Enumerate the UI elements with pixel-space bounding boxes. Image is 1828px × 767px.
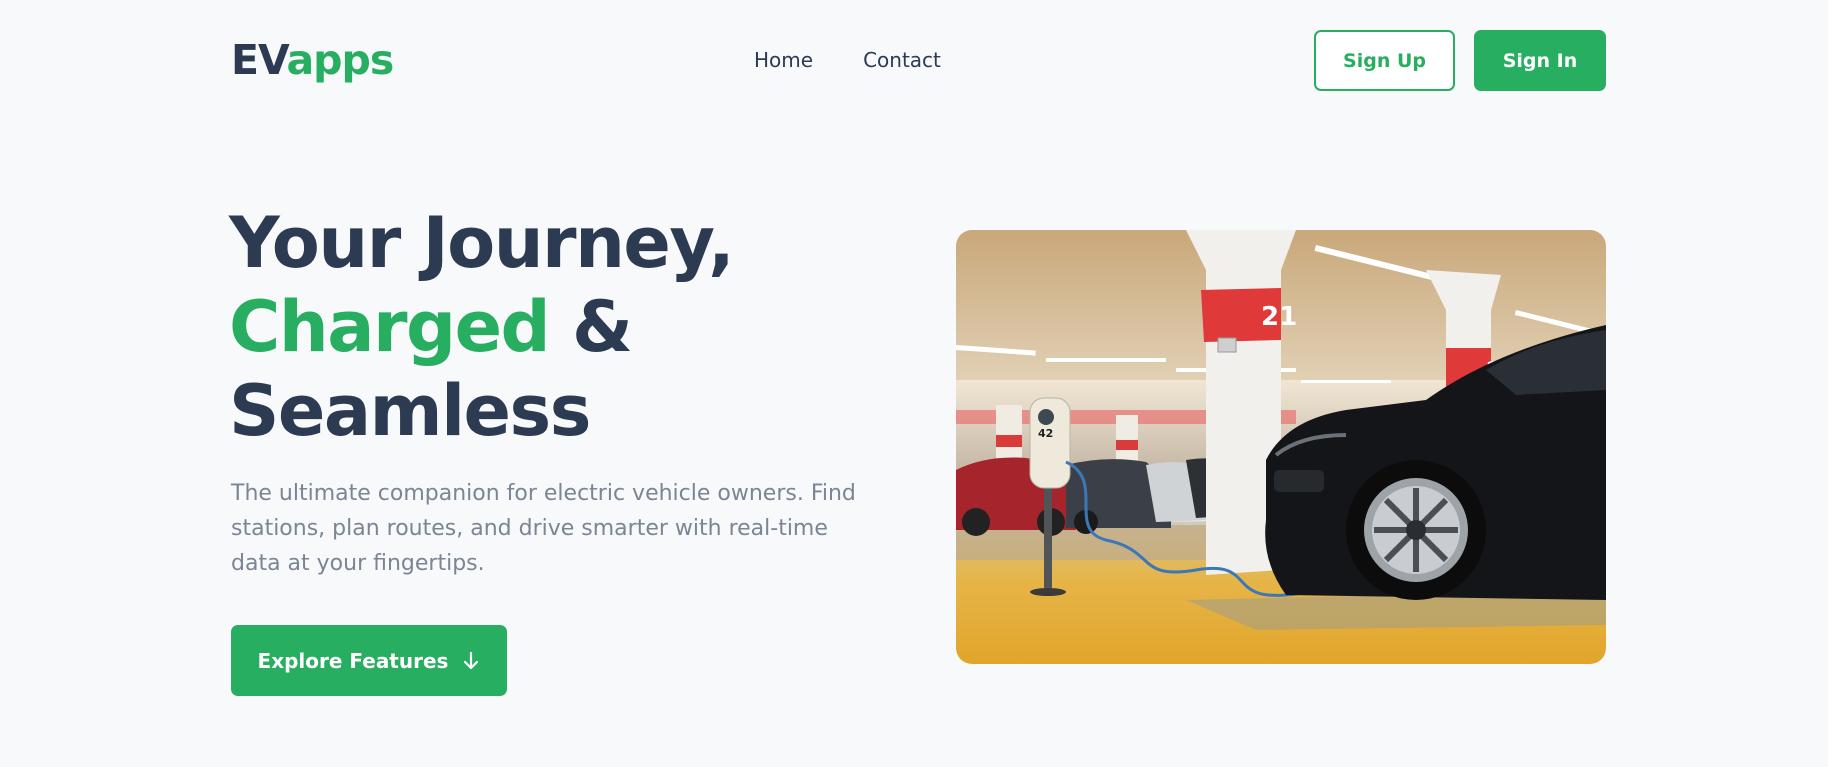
nav-home-link[interactable]: Home: [754, 47, 813, 73]
charger-number-label: 42: [1038, 427, 1053, 440]
explore-features-label: Explore Features: [257, 648, 449, 673]
nav-contact-link[interactable]: Contact: [863, 47, 941, 73]
explore-features-button[interactable]: Explore Features: [231, 625, 507, 696]
hero-title-line1: Your Journey,: [229, 202, 735, 284]
hero-title-amp: &: [572, 286, 633, 368]
brand-logo-part2: apps: [286, 36, 395, 84]
brand-logo-part1: EV: [231, 36, 287, 84]
site-header: EVapps Home Contact Sign Up Sign In: [231, 30, 1606, 91]
hero-title-highlight: Charged: [229, 286, 551, 368]
sign-up-button[interactable]: Sign Up: [1314, 30, 1455, 91]
brand-logo[interactable]: EVapps: [231, 35, 395, 85]
pillar-number-label: 21: [1261, 302, 1297, 332]
main-nav: Home Contact: [754, 47, 941, 73]
hero-image-ev-charging: 21 2 42: [956, 230, 1606, 664]
hero-title-line3: Seamless: [229, 370, 591, 452]
arrow-down-icon: [464, 651, 479, 669]
hero-title: Your Journey, Charged & Seamless: [229, 201, 909, 453]
sign-in-button[interactable]: Sign In: [1474, 30, 1606, 91]
hero-description: The ultimate companion for electric vehi…: [231, 481, 856, 576]
